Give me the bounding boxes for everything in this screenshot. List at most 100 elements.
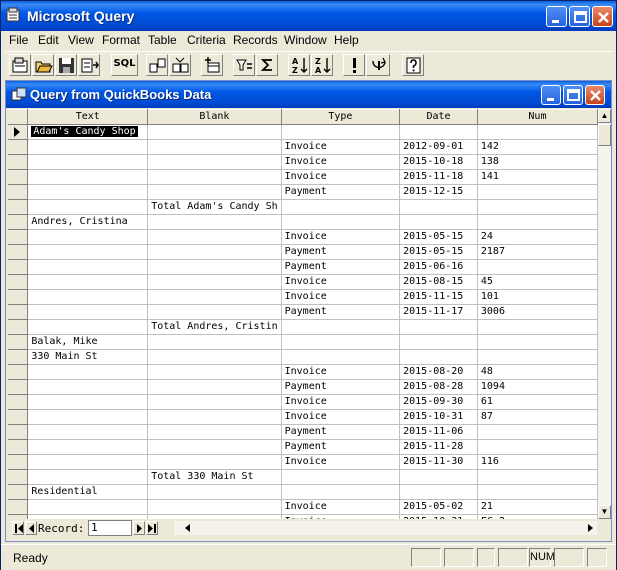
child-close-button[interactable] xyxy=(585,85,605,105)
cell-text[interactable] xyxy=(27,259,149,275)
cell-text[interactable] xyxy=(27,304,149,320)
cell-type[interactable]: Payment xyxy=(281,259,401,275)
cell-date[interactable]: 2015-12-15 xyxy=(399,184,478,200)
minimize-button[interactable] xyxy=(546,6,567,27)
cell-blank[interactable] xyxy=(147,484,282,500)
table-row[interactable]: Total Andres, Cristin xyxy=(8,319,598,335)
row-selector[interactable] xyxy=(8,469,29,485)
query-window-title-bar[interactable]: Query from QuickBooks Data xyxy=(6,81,611,108)
column-header-date[interactable]: Date xyxy=(399,109,478,125)
cell-type[interactable]: Invoice xyxy=(281,229,401,245)
help-button[interactable] xyxy=(402,54,424,76)
cell-type[interactable]: Invoice xyxy=(281,409,401,425)
table-row[interactable]: Invoice 2015-08-15 45 xyxy=(8,274,598,290)
vertical-scrollbar[interactable]: ▲ ▼ xyxy=(598,109,611,519)
column-header-num[interactable]: Num xyxy=(477,109,598,125)
cell-num[interactable]: 45 xyxy=(477,274,598,290)
menu-file[interactable]: File xyxy=(9,33,28,47)
child-minimize-button[interactable] xyxy=(541,85,561,105)
cell-type[interactable]: Invoice xyxy=(281,454,401,470)
cell-date[interactable]: 2015-09-30 xyxy=(399,394,478,410)
cell-text[interactable] xyxy=(27,169,149,185)
previous-record-button[interactable] xyxy=(25,521,37,535)
cell-date[interactable]: 2012-09-01 xyxy=(399,139,478,155)
cell-num[interactable]: 142 xyxy=(477,139,598,155)
cell-blank[interactable] xyxy=(147,439,282,455)
cell-num[interactable]: 87 xyxy=(477,409,598,425)
results-grid[interactable]: Text Blank Type Date Num Adam's Candy Sh… xyxy=(8,109,598,519)
cell-date[interactable]: 2015-11-18 xyxy=(399,169,478,185)
new-query-button[interactable] xyxy=(9,54,31,76)
cell-type[interactable] xyxy=(281,319,401,335)
cell-num[interactable]: 3006 xyxy=(477,304,598,320)
cell-date[interactable] xyxy=(399,334,478,350)
cell-date[interactable]: 2015-05-15 xyxy=(399,229,478,245)
row-selector[interactable] xyxy=(8,334,29,350)
cell-text[interactable] xyxy=(27,394,149,410)
cell-text[interactable]: Balak, Mike xyxy=(27,334,149,350)
cell-text[interactable] xyxy=(27,499,149,515)
table-row[interactable]: Invoice 2015-11-30 116 xyxy=(8,454,598,470)
row-selector[interactable] xyxy=(8,244,29,260)
table-row[interactable]: Invoice 2015-09-30 61 xyxy=(8,394,598,410)
cell-blank[interactable] xyxy=(147,424,282,440)
row-selector[interactable] xyxy=(8,379,29,395)
cell-text[interactable] xyxy=(27,364,149,380)
table-row[interactable]: Invoice 2012-09-01 142 xyxy=(8,139,598,155)
cell-date[interactable] xyxy=(399,319,478,335)
cell-type[interactable] xyxy=(281,199,401,215)
table-row[interactable]: Adam's Candy Shop xyxy=(8,124,598,140)
menu-help[interactable]: Help xyxy=(334,33,359,47)
cell-text[interactable] xyxy=(27,469,149,485)
cell-type[interactable]: Invoice xyxy=(281,499,401,515)
cell-num[interactable] xyxy=(477,439,598,455)
cell-num[interactable]: 48 xyxy=(477,364,598,380)
add-tables-button[interactable] xyxy=(201,54,223,76)
cell-text[interactable] xyxy=(27,319,149,335)
table-row[interactable]: Invoice 2015-05-02 21 xyxy=(8,499,598,515)
sort-descending-button[interactable]: ZA xyxy=(311,54,333,76)
cell-date[interactable]: 2015-11-28 xyxy=(399,439,478,455)
cell-blank[interactable] xyxy=(147,394,282,410)
cell-text[interactable] xyxy=(27,424,149,440)
cell-blank[interactable]: Total Adam's Candy Sh xyxy=(147,199,282,215)
row-selector[interactable] xyxy=(8,484,29,500)
cell-blank[interactable] xyxy=(147,124,282,140)
cell-blank[interactable] xyxy=(147,169,282,185)
cell-blank[interactable] xyxy=(147,289,282,305)
cell-blank[interactable]: Total Andres, Cristin xyxy=(147,319,282,335)
cell-date[interactable]: 2015-05-15 xyxy=(399,244,478,260)
table-row[interactable]: Invoice 2015-11-15 101 xyxy=(8,289,598,305)
cell-num[interactable]: 21 xyxy=(477,499,598,515)
cell-text[interactable] xyxy=(27,439,149,455)
table-row[interactable]: Invoice 2015-05-15 24 xyxy=(8,229,598,245)
row-selector[interactable] xyxy=(8,154,29,170)
cell-text[interactable] xyxy=(27,274,149,290)
row-selector[interactable] xyxy=(8,394,29,410)
row-selector[interactable] xyxy=(8,499,29,515)
table-row[interactable]: Payment 2015-11-06 xyxy=(8,424,598,440)
column-header-type[interactable]: Type xyxy=(281,109,401,125)
cell-date[interactable] xyxy=(399,124,478,140)
row-selector[interactable] xyxy=(8,229,29,245)
cell-text[interactable] xyxy=(27,289,149,305)
cell-text[interactable] xyxy=(27,139,149,155)
cell-text[interactable] xyxy=(27,244,149,260)
cell-num[interactable] xyxy=(477,259,598,275)
show-tables-button[interactable] xyxy=(146,54,168,76)
cell-date[interactable]: 2015-06-16 xyxy=(399,259,478,275)
cell-num[interactable] xyxy=(477,349,598,365)
cell-blank[interactable] xyxy=(147,259,282,275)
menu-criteria[interactable]: Criteria xyxy=(187,33,226,47)
row-selector[interactable] xyxy=(8,169,29,185)
horizontal-scrollbar[interactable] xyxy=(174,521,597,535)
cell-num[interactable] xyxy=(477,334,598,350)
cell-date[interactable]: 2015-08-28 xyxy=(399,379,478,395)
cell-blank[interactable] xyxy=(147,304,282,320)
table-row[interactable]: Residential xyxy=(8,484,598,500)
menu-table[interactable]: Table xyxy=(148,33,177,47)
cell-num[interactable] xyxy=(477,184,598,200)
cell-num[interactable]: 1094 xyxy=(477,379,598,395)
cell-text[interactable]: Adam's Candy Shop xyxy=(27,124,149,140)
cell-text[interactable] xyxy=(27,379,149,395)
